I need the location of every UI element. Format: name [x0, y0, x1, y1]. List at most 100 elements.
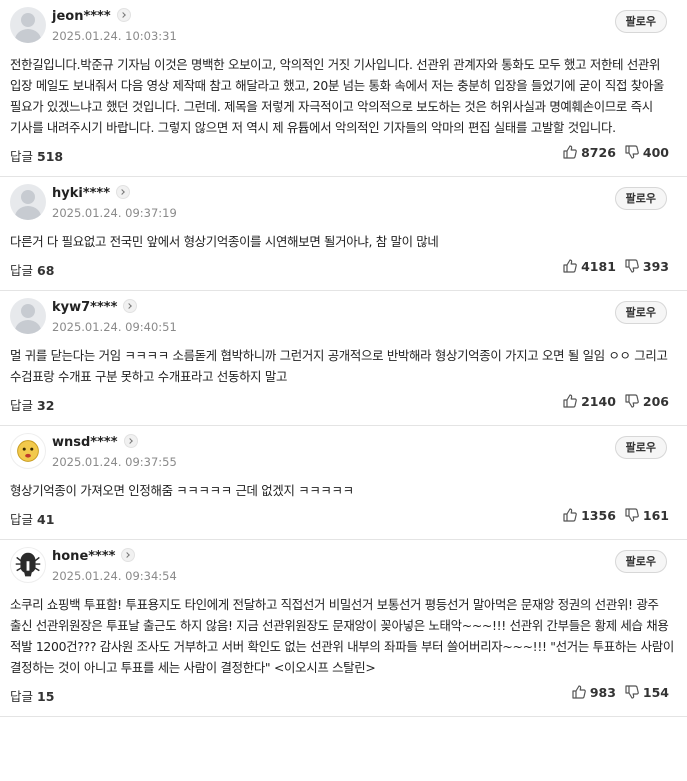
- reply-label: 답글: [10, 398, 34, 413]
- reply-button[interactable]: 답글 32: [10, 395, 54, 414]
- comment-date: 2025.01.24. 09:37:55: [52, 455, 177, 469]
- default-user-icon[interactable]: [10, 184, 46, 220]
- thumbs-up-icon: [563, 394, 577, 408]
- like-button[interactable]: 4181: [562, 258, 616, 274]
- follow-button[interactable]: 팔로우: [614, 10, 667, 33]
- reply-button[interactable]: 답글 68: [10, 260, 54, 279]
- comment-date: 2025.01.24. 09:34:54: [52, 569, 177, 583]
- dislike-count: 400: [642, 144, 669, 160]
- like-count: 8726: [581, 144, 616, 160]
- reply-count: 32: [37, 398, 55, 413]
- emoji-face-icon[interactable]: [10, 433, 46, 469]
- author-nickname[interactable]: hyki****: [52, 186, 110, 201]
- like-button[interactable]: 8726: [562, 144, 616, 160]
- follow-button[interactable]: 팔로우: [614, 436, 667, 459]
- thumbs-down-icon: [625, 508, 639, 522]
- comment-item: wnsd**** 2025.01.24. 09:37:55 팔로우 형상기억종이…: [0, 426, 687, 540]
- comment-header: jeon**** 2025.01.24. 10:03:31 팔로우: [10, 0, 675, 46]
- vote-group: 8726 400: [562, 144, 669, 160]
- chevron-right-icon[interactable]: [116, 185, 131, 199]
- comment-author[interactable]: hyki****: [52, 185, 131, 201]
- dislike-button[interactable]: 393: [624, 258, 669, 274]
- reply-count: 41: [37, 512, 55, 527]
- chevron-right-icon[interactable]: [116, 8, 131, 22]
- comment-date: 2025.01.24. 10:03:31: [52, 29, 177, 43]
- reply-count: 15: [37, 689, 55, 704]
- thumbs-down-icon: [625, 685, 639, 699]
- author-nickname[interactable]: wnsd****: [52, 435, 118, 450]
- vote-group: 2140 206: [562, 393, 669, 409]
- comment-header: hone**** 2025.01.24. 09:34:54 팔로우: [10, 540, 675, 586]
- comment-item: kyw7**** 2025.01.24. 09:40:51 팔로우 멀 귀를 닫…: [0, 291, 687, 426]
- comment-header: wnsd**** 2025.01.24. 09:37:55 팔로우: [10, 426, 675, 472]
- like-count: 983: [589, 684, 616, 700]
- follow-button[interactable]: 팔로우: [614, 301, 667, 324]
- comment-text: 형상기억종이 가져오면 인정해줌 ㅋㅋㅋㅋㅋ 근데 없겠지 ㅋㅋㅋㅋㅋ: [10, 483, 354, 498]
- comment-text: 멀 귀를 닫는다는 거임 ㅋㅋㅋㅋ 소름돋게 협박하니까 그런거지 공개적으로 …: [10, 348, 668, 384]
- like-button[interactable]: 983: [571, 684, 616, 700]
- comment-item: hone**** 2025.01.24. 09:34:54 팔로우 소쿠리 쇼핑…: [0, 540, 687, 717]
- dislike-button[interactable]: 154: [624, 684, 669, 700]
- comment-date: 2025.01.24. 09:40:51: [52, 320, 177, 334]
- follow-button[interactable]: 팔로우: [614, 187, 667, 210]
- dislike-button[interactable]: 161: [624, 507, 669, 523]
- reply-button[interactable]: 답글 518: [10, 146, 63, 165]
- comment-item: jeon**** 2025.01.24. 10:03:31 팔로우 전한길입니다…: [0, 0, 687, 177]
- author-nickname[interactable]: hone****: [52, 549, 115, 564]
- thumbs-down-icon: [625, 259, 639, 273]
- reply-label: 답글: [10, 263, 34, 278]
- reply-button[interactable]: 답글 15: [10, 686, 54, 705]
- comment-footer: 답글 68 4181 393: [10, 252, 675, 290]
- default-user-icon[interactable]: [10, 7, 46, 43]
- vote-group: 983 154: [571, 684, 669, 700]
- thumbs-down-icon: [625, 394, 639, 408]
- comment-header: hyki**** 2025.01.24. 09:37:19 팔로우: [10, 177, 675, 223]
- default-user-icon[interactable]: [10, 298, 46, 334]
- comment-footer: 답글 518 8726 400: [10, 138, 675, 176]
- comment-date: 2025.01.24. 09:37:19: [52, 206, 177, 220]
- comment-footer: 답글 41 1356 161: [10, 501, 675, 539]
- comment-author[interactable]: jeon****: [52, 8, 131, 24]
- vote-group: 4181 393: [562, 258, 669, 274]
- like-button[interactable]: 1356: [562, 507, 616, 523]
- reply-label: 답글: [10, 689, 34, 704]
- dislike-button[interactable]: 206: [624, 393, 669, 409]
- dislike-button[interactable]: 400: [624, 144, 669, 160]
- author-nickname[interactable]: jeon****: [52, 9, 111, 24]
- follow-button[interactable]: 팔로우: [614, 550, 667, 573]
- comment-footer: 답글 15 983 154: [10, 678, 675, 716]
- thumbs-down-icon: [625, 145, 639, 159]
- like-count: 1356: [581, 507, 616, 523]
- thumbs-up-icon: [563, 508, 577, 522]
- chevron-right-icon[interactable]: [121, 548, 136, 562]
- like-button[interactable]: 2140: [562, 393, 616, 409]
- reply-count: 68: [37, 263, 55, 278]
- dislike-count: 206: [642, 393, 669, 409]
- comment-author[interactable]: kyw7****: [52, 299, 138, 315]
- spartan-helmet-icon[interactable]: [10, 547, 46, 583]
- comment-list: jeon**** 2025.01.24. 10:03:31 팔로우 전한길입니다…: [0, 0, 687, 717]
- thumbs-up-icon: [563, 259, 577, 273]
- reply-label: 답글: [10, 512, 34, 527]
- comment-author[interactable]: hone****: [52, 548, 136, 564]
- comment-text: 소쿠리 쇼핑백 투표함! 투표용지도 타인에게 전달하고 직접선거 비밀선거 보…: [10, 597, 674, 675]
- comment-header: kyw7**** 2025.01.24. 09:40:51 팔로우: [10, 291, 675, 337]
- vote-group: 1356 161: [562, 507, 669, 523]
- reply-label: 답글: [10, 149, 34, 164]
- chevron-right-icon[interactable]: [123, 299, 138, 313]
- comment-text: 다른거 다 필요없고 전국민 앞에서 형상기억종이를 시연해보면 될거아냐, 참…: [10, 234, 439, 249]
- dislike-count: 154: [642, 684, 669, 700]
- reply-button[interactable]: 답글 41: [10, 509, 54, 528]
- author-nickname[interactable]: kyw7****: [52, 300, 117, 315]
- thumbs-up-icon: [563, 145, 577, 159]
- comment-item: hyki**** 2025.01.24. 09:37:19 팔로우 다른거 다 …: [0, 177, 687, 291]
- chevron-right-icon[interactable]: [123, 434, 138, 448]
- like-count: 2140: [581, 393, 616, 409]
- like-count: 4181: [581, 258, 616, 274]
- dislike-count: 393: [642, 258, 669, 274]
- reply-count: 518: [37, 149, 64, 164]
- thumbs-up-icon: [572, 685, 586, 699]
- comment-text: 전한길입니다.박준규 기자님 이것은 명백한 오보이고, 악의적인 거짓 기사입…: [10, 57, 665, 135]
- comment-footer: 답글 32 2140 206: [10, 387, 675, 425]
- comment-author[interactable]: wnsd****: [52, 434, 138, 450]
